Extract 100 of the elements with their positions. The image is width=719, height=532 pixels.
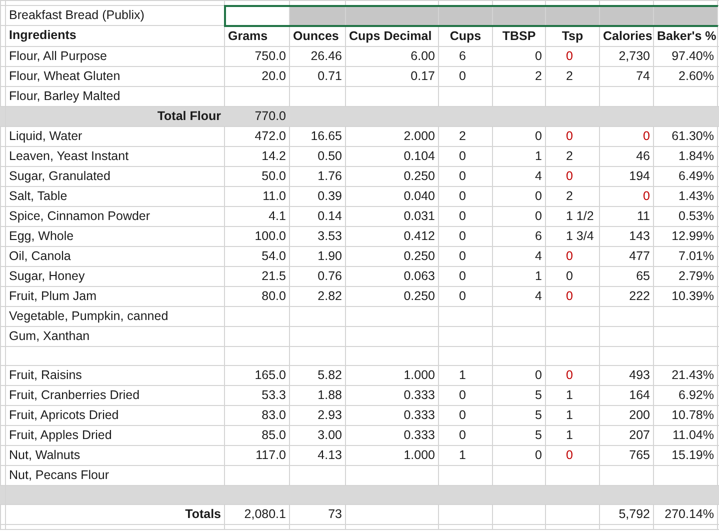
table-cell: 117.0 [224, 445, 290, 465]
table-cell: 5.82 [290, 365, 346, 385]
table-cell: 11.0 [224, 186, 290, 206]
ingredient-name: Gum, Xanthan [6, 326, 224, 346]
table-cell: 2 [546, 186, 600, 206]
table-cell: 0 [546, 46, 600, 66]
table-cell: 11 [600, 206, 654, 226]
table-cell: 0 [438, 246, 492, 266]
table-cell: 10.39% [654, 286, 718, 306]
ingredient-name: Salt, Table [6, 186, 224, 206]
table-cell: 12.99% [654, 226, 718, 246]
table-cell: 0.063 [346, 266, 438, 286]
table-cell: 100.0 [224, 226, 290, 246]
table-cell: 0 [546, 286, 600, 306]
table-cell: 61.30% [654, 126, 718, 146]
table-cell: 2.93 [290, 405, 346, 425]
table-cell: 1 [546, 405, 600, 425]
table-cell: 270.14% [654, 504, 718, 524]
table-cell: 6 [492, 226, 546, 246]
ingredient-name: Nut, Pecans Flour [6, 465, 224, 485]
table-cell: 164 [600, 385, 654, 405]
table-cell: 0 [546, 266, 600, 286]
table-cell: 5 [492, 425, 546, 445]
table-cell: 16.65 [290, 126, 346, 146]
table-cell: 0 [492, 46, 546, 66]
table-cell: 11.04% [654, 425, 718, 445]
table-cell: 0 [492, 186, 546, 206]
table-cell: 97.40% [654, 46, 718, 66]
table-cell: 53.3 [224, 385, 290, 405]
table-cell: 0 [546, 445, 600, 465]
table-cell: 0 [438, 146, 492, 166]
table-cell: 0.39 [290, 186, 346, 206]
column-header: Baker's % [654, 26, 718, 46]
table-cell: 194 [600, 166, 654, 186]
table-cell: 1 [492, 146, 546, 166]
table-cell: 0.333 [346, 405, 438, 425]
table-cell: 1.43% [654, 186, 718, 206]
table-cell: 1 [438, 445, 492, 465]
table-cell: 80.0 [224, 286, 290, 306]
table-cell: 20.0 [224, 66, 290, 86]
ingredient-name: Flour, Wheat Gluten [6, 66, 224, 86]
ingredient-name: Flour, Barley Malted [6, 86, 224, 106]
table-cell: 2 [546, 66, 600, 86]
table-cell: 0 [546, 166, 600, 186]
table-cell: 0 [438, 226, 492, 246]
column-header: Calories [600, 26, 654, 46]
table-cell: 0 [600, 186, 654, 206]
table-cell: 0.17 [346, 66, 438, 86]
column-header: Tsp [546, 26, 600, 46]
table-cell: 2,730 [600, 46, 654, 66]
table-cell: 1 [438, 365, 492, 385]
table-cell: 1.88 [290, 385, 346, 405]
table-cell: 2 [438, 126, 492, 146]
table-cell: 0.250 [346, 166, 438, 186]
table-cell: 0.53% [654, 206, 718, 226]
table-cell: 0.250 [346, 286, 438, 306]
ingredient-name: Fruit, Plum Jam [6, 286, 224, 306]
table-cell: 0.250 [346, 246, 438, 266]
table-cell: 6.49% [654, 166, 718, 186]
ingredient-name: Spice, Cinnamon Powder [6, 206, 224, 226]
column-header: Ounces [290, 26, 346, 46]
table-cell: 74 [600, 66, 654, 86]
table-cell: 4 [492, 166, 546, 186]
table-cell: 1.76 [290, 166, 346, 186]
ingredient-name: Fruit, Apples Dried [6, 425, 224, 445]
table-cell: 7.01% [654, 246, 718, 266]
table-cell: 207 [600, 425, 654, 445]
table-cell: 0.031 [346, 206, 438, 226]
table-cell: 165.0 [224, 365, 290, 385]
table-cell: 0.14 [290, 206, 346, 226]
table-cell: 21.43% [654, 365, 718, 385]
table-cell: 5,792 [600, 504, 654, 524]
column-header: Cups Decimal [346, 26, 438, 46]
table-cell: 73 [290, 504, 346, 524]
table-cell: 2 [492, 66, 546, 86]
ingredient-name: Egg, Whole [6, 226, 224, 246]
table-cell: 2.000 [346, 126, 438, 146]
ingredient-name: Sugar, Honey [6, 266, 224, 286]
total-label: Totals [6, 504, 224, 524]
ingredient-name: Flour, All Purpose [6, 46, 224, 66]
table-cell: 0 [438, 425, 492, 445]
table-cell: 0.333 [346, 425, 438, 445]
table-cell: 0 [438, 186, 492, 206]
table-cell: 222 [600, 286, 654, 306]
table-cell: 2.82 [290, 286, 346, 306]
table-cell: 765 [600, 445, 654, 465]
table-cell: 0.71 [290, 66, 346, 86]
table-cell: 1.90 [290, 246, 346, 266]
table-cell: 770.0 [224, 106, 290, 126]
table-cell: 10.78% [654, 405, 718, 425]
table-cell: 1 [546, 385, 600, 405]
table-cell: 5 [492, 385, 546, 405]
table-cell: 6 [438, 46, 492, 66]
table-cell: 0.50 [290, 146, 346, 166]
table-cell: 2,080.1 [224, 504, 290, 524]
column-header: Cups [438, 26, 492, 46]
table-cell: 0.040 [346, 186, 438, 206]
selected-cell[interactable] [224, 6, 290, 26]
table-cell: 0 [438, 286, 492, 306]
ingredient-name: Leaven, Yeast Instant [6, 146, 224, 166]
